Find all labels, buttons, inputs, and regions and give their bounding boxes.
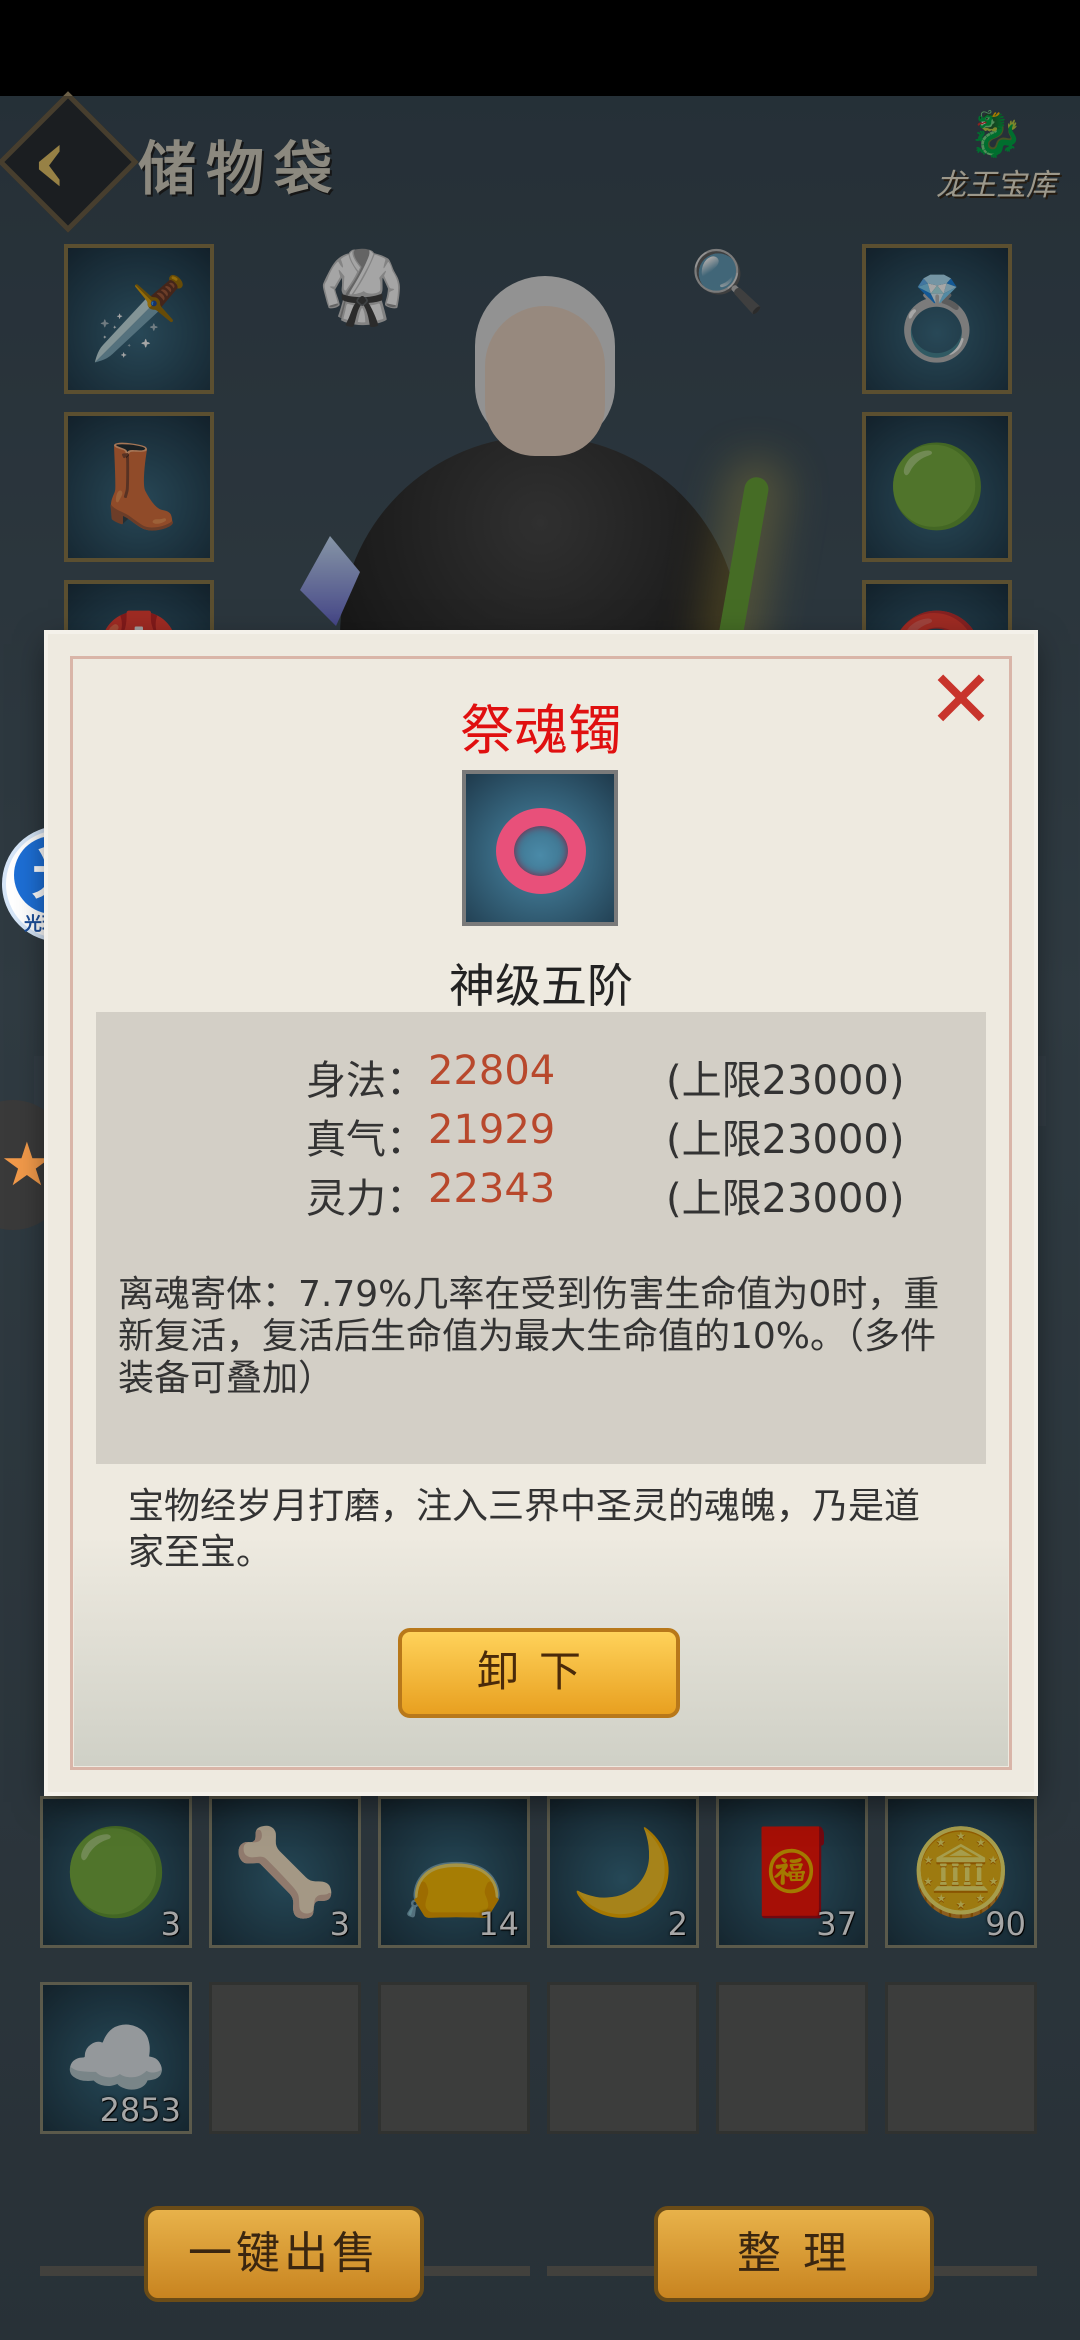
item-count: 3	[329, 1905, 350, 1943]
equip-slot-weapon[interactable]: 🗡️	[64, 244, 214, 394]
star-icon: ★	[0, 1130, 54, 1200]
jade-pendant-icon: 🟢	[887, 440, 987, 533]
sell-all-button[interactable]: 一键出售	[144, 2206, 424, 2302]
robe-icon[interactable]: 🥋	[318, 246, 405, 329]
sword-icon: 🗡️	[89, 272, 189, 365]
empty-inventory-slot[interactable]	[885, 1982, 1037, 2134]
inventory-slot[interactable]: 🌙 2	[547, 1796, 699, 1948]
back-arrow-icon[interactable]: ‹	[32, 106, 122, 216]
item-count: 37	[816, 1905, 857, 1943]
stat-name: 灵力：	[306, 1176, 426, 1222]
inventory-slot[interactable]: 👝 14	[378, 1796, 530, 1948]
stat-row: 身法： 22804 (上限23000)	[306, 1048, 946, 1104]
bracelet-item-icon	[462, 770, 618, 926]
empty-inventory-slot[interactable]	[209, 1982, 361, 2134]
stat-value: 21929	[428, 1107, 556, 1153]
zoom-icon[interactable]: 🔍	[690, 246, 765, 317]
stat-row: 真气： 21929 (上限23000)	[306, 1107, 946, 1163]
ring-shape	[496, 808, 586, 894]
item-count: 90	[985, 1905, 1026, 1943]
item-grade: 神级五阶	[449, 959, 633, 1013]
dragon-king-vault-button[interactable]: 🐉 龙王宝库	[926, 108, 1066, 228]
empty-inventory-slot[interactable]	[378, 1982, 530, 2134]
equip-slot-pendant[interactable]: 🟢	[862, 412, 1012, 562]
stat-cap: (上限23000)	[666, 1117, 905, 1163]
inventory-slot[interactable]: 🦴 3	[209, 1796, 361, 1948]
title-bar: ‹ 储物袋	[0, 91, 380, 233]
item-name: 祭魂镯	[460, 699, 622, 762]
special-effect-text: 离魂寄体：7.79%几率在受到伤害生命值为0时，重新复活，复活后生命值为最大生命…	[118, 1274, 940, 1399]
stat-name: 真气：	[306, 1117, 426, 1163]
stats-panel: 身法： 22804 (上限23000) 真气： 21929 (上限23000) …	[96, 1012, 986, 1464]
empty-inventory-slot[interactable]	[716, 1982, 868, 2134]
stat-cap: (上限23000)	[666, 1176, 905, 1222]
item-detail-modal: ✕ 祭魂镯 神级五阶 身法： 22804 (上限23000) 真气： 21929…	[48, 634, 1034, 1792]
vault-label: 龙王宝库	[936, 168, 1056, 203]
inventory-slot[interactable]: 🧧 37	[716, 1796, 868, 1948]
inventory-slot[interactable]: 🪙 90	[885, 1796, 1037, 1948]
empty-inventory-slot[interactable]	[547, 1982, 699, 2134]
stat-cap: (上限23000)	[666, 1058, 905, 1104]
ring-icon: 💍	[887, 272, 987, 365]
unequip-button[interactable]: 卸下	[398, 1628, 680, 1718]
character-head	[485, 306, 605, 456]
item-lore: 宝物经岁月打磨，注入三界中圣灵的魂魄，乃是道家至宝。	[128, 1486, 921, 1573]
item-count: 2	[667, 1905, 688, 1943]
stat-value: 22804	[428, 1048, 556, 1094]
equip-slot-boots[interactable]: 👢	[64, 412, 214, 562]
page-title: 储物袋	[138, 135, 343, 203]
stat-name: 身法：	[306, 1058, 426, 1104]
boots-icon: 👢	[89, 440, 189, 533]
sort-button[interactable]: 整 理	[654, 2206, 934, 2302]
item-count: 2853	[99, 2091, 181, 2129]
dragon-logo-icon: 🐉	[968, 109, 1024, 160]
frame-edge	[1036, 1056, 1046, 1126]
equip-slot-ring[interactable]: 💍	[862, 244, 1012, 394]
item-count: 14	[478, 1905, 519, 1943]
stat-row: 灵力： 22343 (上限23000)	[306, 1166, 946, 1222]
inventory-slot[interactable]: 🟢 3	[40, 1796, 192, 1948]
stat-value: 22343	[428, 1166, 556, 1212]
inventory-slot[interactable]: ☁️ 2853	[40, 1982, 192, 2134]
item-count: 3	[160, 1905, 181, 1943]
